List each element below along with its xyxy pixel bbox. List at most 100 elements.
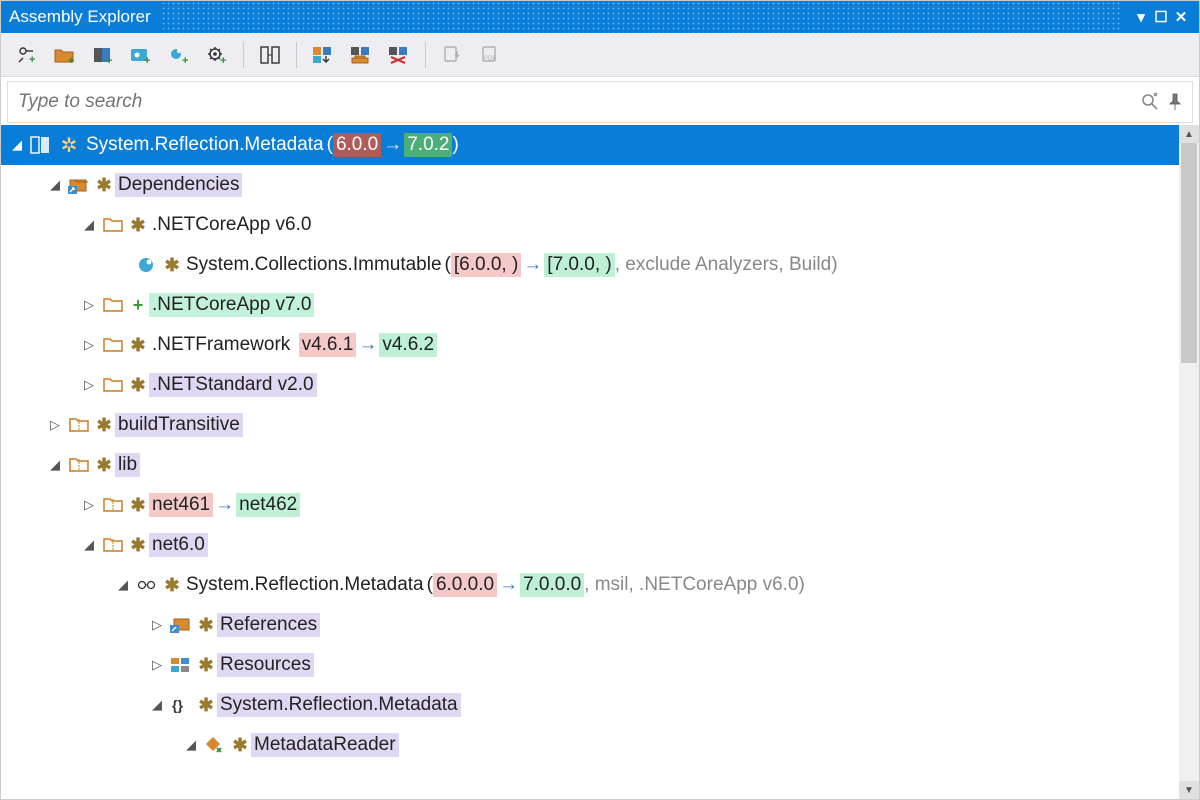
collapse-icon[interactable]: ◢ <box>113 577 133 593</box>
collapse-icon[interactable]: ◢ <box>181 737 201 753</box>
collapse-icon[interactable]: ◢ <box>7 137 27 153</box>
folder-link-icon <box>67 176 91 194</box>
tree-node-namespace[interactable]: ◢ {} ✱ System.Reflection.Metadata <box>1 685 1179 725</box>
class-icon <box>203 736 227 754</box>
export-button[interactable] <box>307 39 339 71</box>
arrow-icon: → <box>383 134 402 156</box>
search-input[interactable] <box>18 91 1132 113</box>
open-project-button[interactable]: + <box>163 39 195 71</box>
modified-mark-icon: ✱ <box>93 455 115 476</box>
tree-node-netcoreapp6[interactable]: ◢ ✱ .NETCoreApp v6.0 <box>1 205 1179 245</box>
arrow-icon: → <box>215 494 234 516</box>
scroll-thumb[interactable] <box>1181 143 1197 363</box>
open-from-nupkg-button[interactable]: + <box>125 39 157 71</box>
package-compare-icon <box>29 135 53 155</box>
node-label: Dependencies <box>115 173 242 197</box>
tree-node-class[interactable]: ◢ ✱ MetadataReader <box>1 725 1179 765</box>
node-label: .NETFramework <box>149 333 293 357</box>
old-tfm: net461 <box>149 493 213 517</box>
tree-node-buildtransitive[interactable]: ▷ ✱ buildTransitive <box>1 405 1179 445</box>
tree-node-sci[interactable]: ✱ System.Collections.Immutable ( [6.0.0,… <box>1 245 1179 285</box>
toolbar-separator <box>425 42 426 68</box>
expand-icon[interactable]: ▷ <box>79 337 99 353</box>
search-bar[interactable] <box>7 81 1193 123</box>
expand-icon[interactable]: ▷ <box>147 657 167 673</box>
svg-text:+: + <box>68 55 74 64</box>
tree-node-netcoreapp7[interactable]: ▷ + .NETCoreApp v7.0 <box>1 285 1179 325</box>
tree-root-package[interactable]: ◢ ✲ System.Reflection.Metadata ( 6.0.0 →… <box>1 125 1179 165</box>
expand-icon[interactable]: ▷ <box>79 377 99 393</box>
node-label: System.Reflection.Metadata <box>217 693 461 717</box>
node-label: net6.0 <box>149 533 208 557</box>
collapse-icon[interactable]: ◢ <box>45 177 65 193</box>
collapse-icon[interactable]: ◢ <box>79 217 99 233</box>
toolbar: + + + + + + <box>1 33 1199 77</box>
scrollbar[interactable]: ▲ ▼ <box>1179 125 1199 799</box>
titlebar-grip <box>161 1 1121 33</box>
svg-text:+: + <box>182 55 188 64</box>
old-version: 6.0.0.0 <box>433 573 497 597</box>
svg-text:{}: {} <box>172 697 183 713</box>
old-version: 6.0.0 <box>333 133 381 157</box>
save-list-button[interactable] <box>345 39 377 71</box>
tree-node-net60[interactable]: ◢ ✱ net6.0 <box>1 525 1179 565</box>
window-options-icon[interactable]: ▾ <box>1131 8 1151 26</box>
arrow-icon: → <box>499 574 518 596</box>
tree-node-references[interactable]: ▷ ✱ References <box>1 605 1179 645</box>
scroll-up-icon[interactable]: ▲ <box>1179 125 1199 143</box>
expand-icon[interactable]: ▷ <box>45 417 65 433</box>
open-folder-button[interactable]: + <box>49 39 81 71</box>
namespace-icon: {} <box>169 697 193 713</box>
expand-icon[interactable]: ▷ <box>147 617 167 633</box>
scroll-down-icon[interactable]: ▼ <box>1179 781 1199 799</box>
node-label: lib <box>115 453 140 477</box>
close-icon[interactable]: ✕ <box>1171 8 1191 26</box>
tree-node-dependencies[interactable]: ◢ ✱ Dependencies <box>1 165 1179 205</box>
expand-icon[interactable]: ▷ <box>79 297 99 313</box>
modified-mark-icon: ✱ <box>195 695 217 716</box>
tree-node-net461[interactable]: ▷ ✱ net461 → net462 <box>1 485 1179 525</box>
node-label: System.Reflection.Metadata <box>183 573 427 597</box>
open-from-gac-button[interactable]: + <box>11 39 43 71</box>
maximize-icon[interactable]: ☐ <box>1151 8 1171 26</box>
collapse-icon[interactable]: ◢ <box>45 457 65 473</box>
collapse-icon[interactable]: ◢ <box>147 697 167 713</box>
toolbar-separator <box>243 42 244 68</box>
tree-node-assembly-srm[interactable]: ◢ ✱ System.Reflection.Metadata ( 6.0.0.0… <box>1 565 1179 605</box>
collapse-icon[interactable]: ◢ <box>79 537 99 553</box>
search-icon[interactable] <box>1140 92 1160 112</box>
tree-view[interactable]: ◢ ✲ System.Reflection.Metadata ( 6.0.0 →… <box>1 125 1179 799</box>
added-mark-icon: + <box>127 295 149 316</box>
node-label: References <box>217 613 320 637</box>
expand-icon[interactable]: ▷ <box>79 497 99 513</box>
open-settings-button[interactable]: + <box>201 39 233 71</box>
node-label: Resources <box>217 653 314 677</box>
tree-node-resources[interactable]: ▷ ✱ Resources <box>1 645 1179 685</box>
pdb-file-button[interactable]: PDB <box>474 39 506 71</box>
modified-mark-icon: ✱ <box>195 615 217 636</box>
folder-icon <box>101 217 125 233</box>
folder-split-icon <box>101 537 125 553</box>
new-version: 7.0.0.0 <box>520 573 584 597</box>
titlebar: Assembly Explorer ▾ ☐ ✕ <box>1 1 1199 33</box>
modified-mark-icon: ✱ <box>93 415 115 436</box>
folder-link-icon <box>169 616 193 634</box>
tree-node-netframework[interactable]: ▷ ✱ .NETFramework v4.6.1 → v4.6.2 <box>1 325 1179 365</box>
svg-text:+: + <box>220 55 226 64</box>
tree-node-lib[interactable]: ◢ ✱ lib <box>1 445 1179 485</box>
node-label: .NETStandard v2.0 <box>149 373 317 397</box>
modified-mark-icon: ✲ <box>57 133 81 158</box>
clear-button[interactable] <box>383 39 415 71</box>
modified-mark-icon: ✱ <box>127 215 149 236</box>
folder-icon <box>101 337 125 353</box>
pin-icon[interactable] <box>1168 93 1182 111</box>
tree-node-netstandard[interactable]: ▷ ✱ .NETStandard v2.0 <box>1 365 1179 405</box>
package-name: System.Reflection.Metadata <box>83 133 327 157</box>
compare-button[interactable] <box>254 39 286 71</box>
folder-icon <box>101 377 125 393</box>
node-label: .NETCoreApp v6.0 <box>149 213 314 237</box>
open-from-nuget-button[interactable]: + <box>87 39 119 71</box>
svg-text:+: + <box>106 55 112 64</box>
pdb-download-button[interactable] <box>436 39 468 71</box>
svg-text:+: + <box>144 55 150 64</box>
